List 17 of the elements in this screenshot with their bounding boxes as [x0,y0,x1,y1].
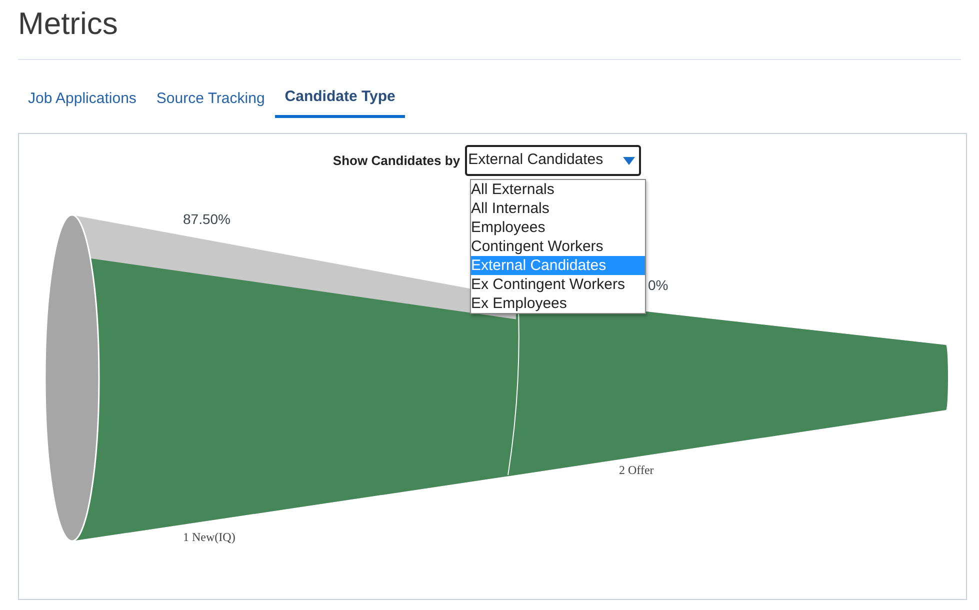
dropdown-option[interactable]: All Externals [471,180,645,199]
tab[interactable]: Job Applications [18,84,146,118]
caret-icon [623,156,636,164]
page-title: Metrics [18,5,118,43]
dropdown-option[interactable]: Employees [471,218,645,237]
dropdown-option[interactable]: Contingent Workers [471,237,645,256]
percent-label: 87.50% [183,211,230,227]
filter-label: Show Candidates by [332,152,460,170]
tab[interactable]: Source Tracking [146,84,275,118]
stage-label: 2 Offer [619,463,654,477]
tab[interactable]: Candidate Type [274,84,406,118]
percent-label: 0% [648,277,668,293]
dropdown-option[interactable]: Ex Contingent Workers [471,275,645,294]
dropdown-option[interactable]: Ex Employees [471,294,645,313]
stage-label: 1 New(IQ) [183,530,236,544]
dropdown-option[interactable]: All Internals [471,199,645,218]
candidate-type-select[interactable]: External Candidates [465,145,642,176]
